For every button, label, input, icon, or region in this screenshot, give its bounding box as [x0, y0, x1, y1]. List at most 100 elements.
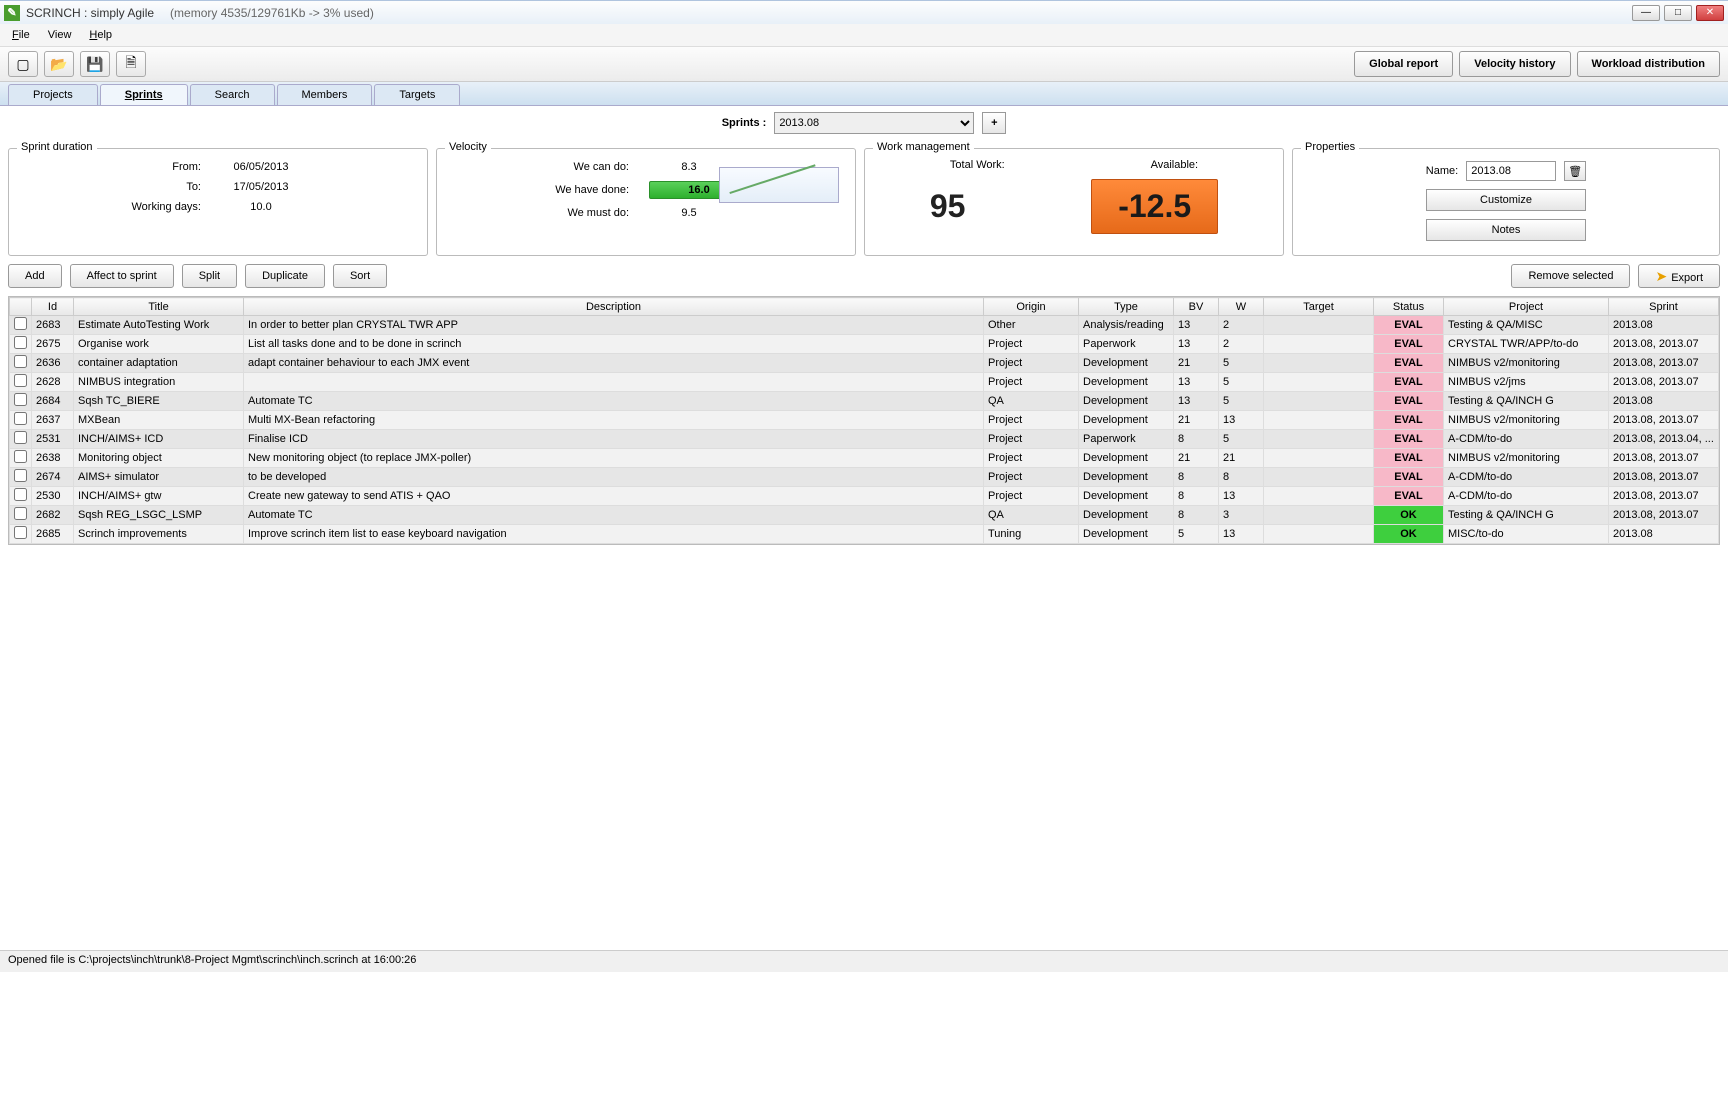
row-checkbox[interactable] — [14, 374, 27, 387]
col-checkbox[interactable] — [10, 298, 32, 316]
tab-projects[interactable]: Projects — [8, 84, 98, 105]
menu-file[interactable]: File — [4, 27, 38, 43]
tab-search[interactable]: Search — [190, 84, 275, 105]
available-value: -12.5 — [1091, 179, 1218, 234]
affect-button[interactable]: Affect to sprint — [70, 264, 174, 288]
cell-title: Organise work — [74, 335, 244, 354]
col-type[interactable]: Type — [1079, 298, 1174, 316]
must-value: 9.5 — [649, 207, 729, 219]
totalwork-value: 95 — [930, 188, 966, 225]
table-row[interactable]: 2682Sqsh REG_LSGC_LSMPAutomate TCQADevel… — [10, 506, 1719, 525]
close-button[interactable]: ✕ — [1696, 5, 1724, 21]
cando-value: 8.3 — [649, 161, 729, 173]
cell-w: 13 — [1219, 525, 1264, 544]
cell-description — [244, 373, 984, 392]
cell-project: CRYSTAL TWR/APP/to-do — [1444, 335, 1609, 354]
sprint-label: Sprints : — [722, 117, 767, 129]
maximize-button[interactable]: □ — [1664, 5, 1692, 21]
tab-sprints[interactable]: Sprints — [100, 84, 188, 105]
table-row[interactable]: 2636container adaptationadapt container … — [10, 354, 1719, 373]
row-checkbox[interactable] — [14, 336, 27, 349]
table-row[interactable]: 2684Sqsh TC_BIEREAutomate TCQADevelopmen… — [10, 392, 1719, 411]
row-checkbox[interactable] — [14, 488, 27, 501]
row-checkbox[interactable] — [14, 393, 27, 406]
cell-id: 2636 — [32, 354, 74, 373]
table-row[interactable]: 2674AIMS+ simulatorto be developedProjec… — [10, 468, 1719, 487]
cell-w: 13 — [1219, 411, 1264, 430]
add-button[interactable]: Add — [8, 264, 62, 288]
name-input[interactable] — [1466, 161, 1556, 181]
name-label: Name: — [1426, 165, 1458, 177]
col-bv[interactable]: BV — [1174, 298, 1219, 316]
cell-target — [1264, 487, 1374, 506]
col-description[interactable]: Description — [244, 298, 984, 316]
velocity-history-button[interactable]: Velocity history — [1459, 51, 1570, 77]
table-header-row: Id Title Description Origin Type BV W Ta… — [10, 298, 1719, 316]
sprint-selector-bar: Sprints : 2013.08 + — [0, 106, 1728, 140]
cell-project: NIMBUS v2/jms — [1444, 373, 1609, 392]
cell-id: 2683 — [32, 316, 74, 335]
delete-icon[interactable]: 🗑 — [1564, 161, 1586, 181]
cell-sprint: 2013.08 — [1609, 316, 1719, 335]
table-row[interactable]: 2685Scrinch improvementsImprove scrinch … — [10, 525, 1719, 544]
global-report-button[interactable]: Global report — [1354, 51, 1453, 77]
col-id[interactable]: Id — [32, 298, 74, 316]
table-row[interactable]: 2683Estimate AutoTesting WorkIn order to… — [10, 316, 1719, 335]
col-w[interactable]: W — [1219, 298, 1264, 316]
table-row[interactable]: 2530INCH/AIMS+ gtwCreate new gateway to … — [10, 487, 1719, 506]
cell-sprint: 2013.08, 2013.07 — [1609, 354, 1719, 373]
row-checkbox[interactable] — [14, 450, 27, 463]
row-checkbox[interactable] — [14, 507, 27, 520]
row-checkbox[interactable] — [14, 469, 27, 482]
cell-title: NIMBUS integration — [74, 373, 244, 392]
table-row[interactable]: 2675Organise workList all tasks done and… — [10, 335, 1719, 354]
col-sprint[interactable]: Sprint — [1609, 298, 1719, 316]
cell-type: Development — [1079, 506, 1174, 525]
cell-id: 2685 — [32, 525, 74, 544]
save-as-icon[interactable]: 🗎 — [116, 51, 146, 77]
col-origin[interactable]: Origin — [984, 298, 1079, 316]
table-row[interactable]: 2628NIMBUS integrationProjectDevelopment… — [10, 373, 1719, 392]
export-button[interactable]: ➤Export — [1638, 264, 1720, 288]
col-title[interactable]: Title — [74, 298, 244, 316]
add-sprint-button[interactable]: + — [982, 112, 1006, 134]
cell-bv: 5 — [1174, 525, 1219, 544]
notes-button[interactable]: Notes — [1426, 219, 1586, 241]
col-project[interactable]: Project — [1444, 298, 1609, 316]
workload-distribution-button[interactable]: Workload distribution — [1577, 51, 1720, 77]
menu-view[interactable]: View — [40, 27, 80, 43]
table-row[interactable]: 2638Monitoring objectNew monitoring obje… — [10, 449, 1719, 468]
col-status[interactable]: Status — [1374, 298, 1444, 316]
col-target[interactable]: Target — [1264, 298, 1374, 316]
table-row[interactable]: 2637MXBeanMulti MX-Bean refactoringProje… — [10, 411, 1719, 430]
save-icon[interactable]: 💾 — [80, 51, 110, 77]
sprint-dropdown[interactable]: 2013.08 — [774, 112, 974, 134]
cell-status: EVAL — [1374, 468, 1444, 487]
duplicate-button[interactable]: Duplicate — [245, 264, 325, 288]
menubar: File View Help — [0, 24, 1728, 46]
tab-members[interactable]: Members — [277, 84, 373, 105]
table-row[interactable]: 2531INCH/AIMS+ ICDFinalise ICDProjectPap… — [10, 430, 1719, 449]
row-checkbox[interactable] — [14, 431, 27, 444]
open-file-icon[interactable]: 📂 — [44, 51, 74, 77]
cell-type: Paperwork — [1079, 430, 1174, 449]
row-checkbox[interactable] — [14, 412, 27, 425]
menu-help[interactable]: Help — [81, 27, 120, 43]
sort-button[interactable]: Sort — [333, 264, 387, 288]
cell-type: Development — [1079, 354, 1174, 373]
titlebar[interactable]: ✎ SCRINCH : simply Agile (memory 4535/12… — [0, 0, 1728, 24]
row-checkbox[interactable] — [14, 317, 27, 330]
must-label: We must do: — [449, 207, 649, 219]
app-icon: ✎ — [4, 5, 20, 21]
cell-title: container adaptation — [74, 354, 244, 373]
minimize-button[interactable]: — — [1632, 5, 1660, 21]
row-checkbox[interactable] — [14, 526, 27, 539]
cell-description: Automate TC — [244, 506, 984, 525]
remove-selected-button[interactable]: Remove selected — [1511, 264, 1630, 288]
cell-project: Testing & QA/INCH G — [1444, 392, 1609, 411]
split-button[interactable]: Split — [182, 264, 237, 288]
tab-targets[interactable]: Targets — [374, 84, 460, 105]
row-checkbox[interactable] — [14, 355, 27, 368]
new-file-icon[interactable]: ▢ — [8, 51, 38, 77]
customize-button[interactable]: Customize — [1426, 189, 1586, 211]
